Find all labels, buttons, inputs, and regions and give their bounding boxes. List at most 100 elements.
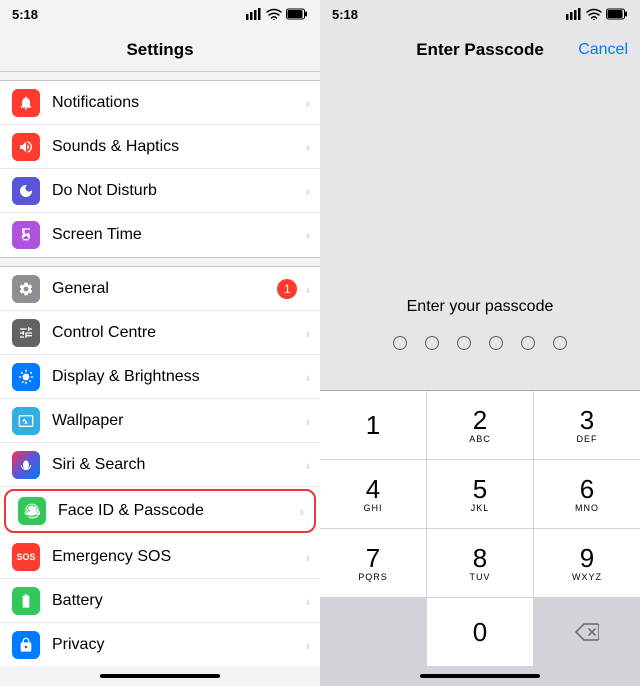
donotdisturb-label: Do Not Disturb [52,182,305,200]
numpad-key-delete[interactable] [534,598,640,666]
settings-item-screentime[interactable]: Screen Time › [0,213,320,257]
numpad-letters-6: MNO [575,503,599,513]
display-icon [12,363,40,391]
numpad-key-1[interactable]: 1 [320,391,426,459]
sos-chevron: › [305,549,310,565]
settings-item-notifications[interactable]: Notifications › [0,81,320,125]
faceid-label: Face ID & Passcode [58,502,299,520]
right-signal-icon [566,8,582,20]
passcode-area: Enter your passcode [320,72,640,390]
numpad-num-8: 8 [473,545,487,571]
passcode-dot-3 [457,336,471,350]
settings-list: Notifications › Sounds & Haptics › Do No… [0,72,320,666]
numpad-letters-3: DEF [577,434,598,444]
sos-icon: SOS [12,543,40,571]
numpad-num-9: 9 [580,545,594,571]
numpad-key-empty [320,598,426,666]
privacy-icon [12,631,40,659]
sos-label: Emergency SOS [52,548,305,566]
sounds-icon [12,133,40,161]
faceid-chevron: › [299,503,304,519]
passcode-dot-6 [553,336,567,350]
sounds-chevron: › [305,139,310,155]
faceid-icon [18,497,46,525]
battery-icon [286,8,308,20]
settings-item-privacy[interactable]: Privacy › [0,623,320,666]
passcode-dot-5 [521,336,535,350]
notifications-chevron: › [305,95,310,111]
cancel-button[interactable]: Cancel [578,41,628,59]
controlcentre-icon [12,319,40,347]
wallpaper-chevron: › [305,413,310,429]
screentime-chevron: › [305,227,310,243]
numpad: 1 2 ABC 3 DEF 4 GHI 5 JKL 6 MNO 7 PQRS [320,390,640,666]
passcode-dot-4 [489,336,503,350]
numpad-letters-9: WXYZ [572,572,602,582]
settings-item-controlcentre[interactable]: Control Centre › [0,311,320,355]
numpad-letters-7: PQRS [358,572,388,582]
left-status-bar: 5:18 [0,0,320,28]
numpad-key-0[interactable]: 0 [427,598,533,666]
right-time: 5:18 [332,7,358,22]
privacy-label: Privacy [52,636,305,654]
settings-item-sounds[interactable]: Sounds & Haptics › [0,125,320,169]
settings-item-battery[interactable]: Battery › [0,579,320,623]
settings-header: Settings [0,28,320,72]
privacy-chevron: › [305,637,310,653]
numpad-num-4: 4 [366,476,380,502]
delete-icon [575,623,599,641]
battery-label: Battery [52,592,305,610]
passcode-dots [393,336,567,350]
numpad-num-6: 6 [580,476,594,502]
numpad-key-2[interactable]: 2 ABC [427,391,533,459]
settings-group-1: Notifications › Sounds & Haptics › Do No… [0,80,320,258]
numpad-letters-4: GHI [363,503,382,513]
battery-chevron: › [305,593,310,609]
display-label: Display & Brightness [52,368,305,386]
settings-item-siri[interactable]: Siri & Search › [0,443,320,487]
signal-icon [246,8,262,20]
numpad-num-7: 7 [366,545,380,571]
settings-title: Settings [126,40,193,60]
left-status-icons [246,8,308,20]
right-wifi-icon [586,8,602,20]
wallpaper-icon [12,407,40,435]
numpad-key-3[interactable]: 3 DEF [534,391,640,459]
settings-item-sos[interactable]: SOS Emergency SOS › [0,535,320,579]
wallpaper-label: Wallpaper [52,412,305,430]
numpad-letters-2: ABC [469,434,491,444]
numpad-key-8[interactable]: 8 TUV [427,529,533,597]
passcode-prompt: Enter your passcode [407,298,554,316]
passcode-dot-2 [425,336,439,350]
settings-item-donotdisturb[interactable]: Do Not Disturb › [0,169,320,213]
settings-item-faceid[interactable]: Face ID & Passcode › [4,489,316,533]
passcode-header: Enter Passcode Cancel [320,28,640,72]
numpad-key-6[interactable]: 6 MNO [534,460,640,528]
screentime-icon [12,221,40,249]
left-time: 5:18 [12,7,38,22]
siri-icon [12,451,40,479]
passcode-dot-1 [393,336,407,350]
settings-item-wallpaper[interactable]: Wallpaper › [0,399,320,443]
passcode-title: Enter Passcode [416,40,544,60]
numpad-key-5[interactable]: 5 JKL [427,460,533,528]
settings-item-general[interactable]: General 1 › [0,267,320,311]
numpad-num-3: 3 [580,407,594,433]
notifications-label: Notifications [52,94,305,112]
numpad-num-0: 0 [473,619,487,645]
numpad-key-7[interactable]: 7 PQRS [320,529,426,597]
settings-item-display[interactable]: Display & Brightness › [0,355,320,399]
left-home-bar [100,674,220,678]
sounds-label: Sounds & Haptics [52,138,305,156]
settings-panel: 5:18 Settings Notifications › Sounds [0,0,320,686]
siri-chevron: › [305,457,310,473]
general-chevron: › [305,281,310,297]
numpad-key-4[interactable]: 4 GHI [320,460,426,528]
passcode-panel: 5:18 Enter Passcode Cancel Enter your pa… [320,0,640,686]
general-icon [12,275,40,303]
numpad-key-9[interactable]: 9 WXYZ [534,529,640,597]
right-status-bar: 5:18 [320,0,640,28]
screentime-label: Screen Time [52,226,305,244]
siri-label: Siri & Search [52,456,305,474]
donotdisturb-chevron: › [305,183,310,199]
